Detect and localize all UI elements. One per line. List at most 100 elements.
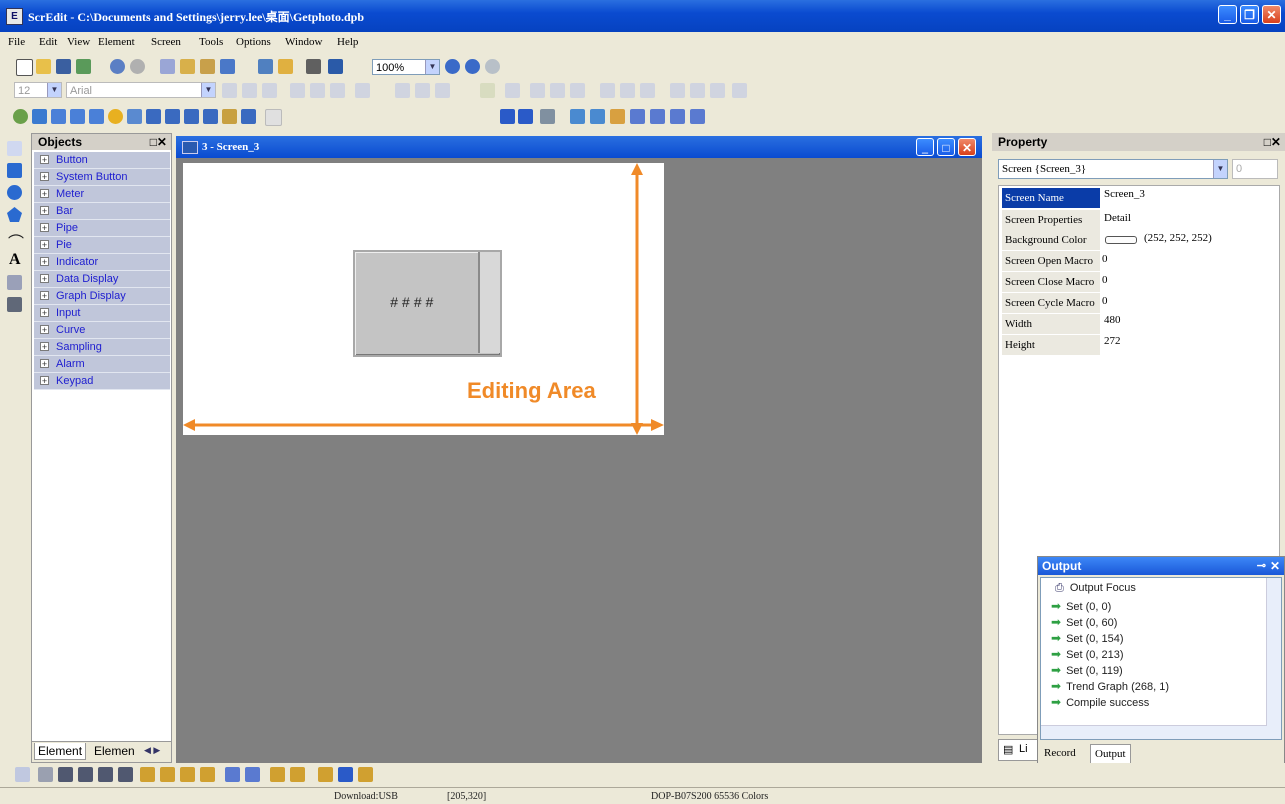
trend-icon[interactable] <box>203 109 218 124</box>
align-objects-bottom-icon[interactable] <box>640 83 655 98</box>
font-color-icon[interactable] <box>355 83 370 98</box>
color-swatch[interactable] <box>1105 236 1137 244</box>
same-size-bottom-icon[interactable] <box>358 767 373 782</box>
download-icon[interactable] <box>278 59 293 74</box>
expand-icon[interactable]: + <box>40 240 49 250</box>
property-row-height[interactable]: Height 272 <box>1002 335 1280 355</box>
editing-canvas[interactable]: #### Editing Area <box>183 163 664 435</box>
object-item-button[interactable]: + Button <box>34 152 170 169</box>
align-objects-right-icon[interactable] <box>570 83 585 98</box>
menu-screen[interactable]: Screen <box>151 36 181 48</box>
object-item-data-display[interactable]: + Data Display <box>34 271 170 288</box>
window-1-icon[interactable] <box>518 109 533 124</box>
polygon-icon[interactable] <box>7 207 22 222</box>
output-line[interactable]: ➡ Set (0, 213) <box>1051 647 1124 661</box>
property-value[interactable]: 0 <box>1102 274 1108 286</box>
meter-icon[interactable] <box>51 109 66 124</box>
dist-v-icon[interactable] <box>338 767 353 782</box>
output-line[interactable]: ➡ Set (0, 0) <box>1051 599 1111 613</box>
indicator-icon[interactable] <box>127 109 142 124</box>
open-folder-icon[interactable] <box>36 59 51 74</box>
property-index-spin[interactable]: 0 <box>1232 159 1278 179</box>
align-right-icon[interactable] <box>262 83 277 98</box>
expand-icon[interactable]: + <box>40 325 49 335</box>
object-item-sampling[interactable]: + Sampling <box>34 339 170 356</box>
property-bottom-tab[interactable]: ▤ Li <box>998 739 1040 761</box>
disabled-box-icon[interactable] <box>265 109 282 126</box>
align-objects-left-icon[interactable] <box>530 83 545 98</box>
group-icon[interactable] <box>98 767 113 782</box>
editor-minimize-button[interactable]: _ <box>916 138 934 156</box>
property-row-screen-name[interactable]: Screen Name Screen_3 <box>1002 188 1280 208</box>
bring-forward-icon[interactable] <box>15 767 30 782</box>
undo-icon[interactable] <box>110 59 125 74</box>
valign-middle-icon[interactable] <box>310 83 325 98</box>
align-objects-center-icon[interactable] <box>550 83 565 98</box>
bold-icon[interactable] <box>395 83 410 98</box>
macro-icon[interactable] <box>630 109 645 124</box>
communication-icon[interactable] <box>690 109 705 124</box>
system-button-icon[interactable] <box>32 109 47 124</box>
menu-element[interactable]: Element <box>98 36 135 48</box>
align-bottom-objects-icon[interactable] <box>200 767 215 782</box>
close-icon[interactable]: □✕ <box>1264 133 1281 151</box>
cut-icon[interactable] <box>160 59 175 74</box>
paste-icon[interactable] <box>200 59 215 74</box>
menu-window[interactable]: Window <box>285 36 322 48</box>
button-element-icon[interactable] <box>13 109 28 124</box>
expand-icon[interactable]: + <box>40 359 49 369</box>
pipe-icon[interactable] <box>89 109 104 124</box>
output-vscrollbar[interactable] <box>1266 578 1281 739</box>
property-value[interactable]: 0 <box>1102 253 1108 265</box>
object-item-alarm[interactable]: + Alarm <box>34 356 170 373</box>
minimize-button[interactable]: _ <box>1218 5 1237 24</box>
output-line[interactable]: ➡ Set (0, 119) <box>1051 663 1123 677</box>
same-size-icon[interactable] <box>710 83 725 98</box>
dist-h-icon[interactable] <box>318 767 333 782</box>
object-item-curve[interactable]: + Curve <box>34 322 170 339</box>
property-row-screen-properties[interactable]: Screen Properties Detail <box>1002 210 1280 230</box>
italic-icon[interactable] <box>415 83 430 98</box>
send-to-back-icon[interactable] <box>78 767 93 782</box>
simulate-icon[interactable] <box>328 59 343 74</box>
underline-icon[interactable] <box>435 83 450 98</box>
object-item-graph-display[interactable]: + Graph Display <box>34 288 170 305</box>
align-right-objects-icon[interactable] <box>160 767 175 782</box>
flip-v-icon[interactable] <box>290 767 305 782</box>
circle-icon[interactable] <box>7 185 22 200</box>
table-icon[interactable] <box>7 297 22 312</box>
align-center-icon[interactable] <box>242 83 257 98</box>
flip-h-icon[interactable] <box>270 767 285 782</box>
align-top-objects-icon[interactable] <box>180 767 195 782</box>
property-row-screen-close-macro[interactable]: Screen Close Macro 0 <box>1002 272 1280 292</box>
print-icon[interactable] <box>306 59 321 74</box>
text-icon[interactable]: A <box>9 251 21 269</box>
property-row-width[interactable]: Width 480 <box>1002 314 1280 334</box>
screen-props-icon[interactable] <box>540 109 555 124</box>
fill-color-icon[interactable] <box>505 83 520 98</box>
zoom-in-icon[interactable] <box>445 59 460 74</box>
pie-icon[interactable] <box>108 109 123 124</box>
object-item-bar[interactable]: + Bar <box>34 203 170 220</box>
same-height-icon[interactable] <box>690 83 705 98</box>
send-backward-icon[interactable] <box>38 767 53 782</box>
same-width-icon[interactable] <box>670 83 685 98</box>
close-icon[interactable]: ✕ <box>1270 557 1280 575</box>
zoom-fit-icon[interactable] <box>485 59 500 74</box>
copy-icon[interactable] <box>180 59 195 74</box>
pencil-icon[interactable] <box>7 141 22 156</box>
pin-icon[interactable]: ⊸ <box>1257 557 1266 575</box>
new-file-icon[interactable] <box>16 59 33 76</box>
save-icon[interactable] <box>56 59 71 74</box>
ungroup-icon[interactable] <box>118 767 133 782</box>
object-item-meter[interactable]: + Meter <box>34 186 170 203</box>
tab-element-2[interactable]: Elemen <box>94 744 142 758</box>
line-color-icon[interactable] <box>480 83 495 98</box>
tab-output[interactable]: Output <box>1090 744 1131 764</box>
menu-edit[interactable]: Edit <box>39 36 57 48</box>
valign-top-icon[interactable] <box>290 83 305 98</box>
valign-bottom-icon[interactable] <box>330 83 345 98</box>
font-name-select[interactable]: Arial ▼ <box>66 82 216 98</box>
bar-icon[interactable] <box>70 109 85 124</box>
property-row-background-color[interactable]: Background Color (252, 252, 252) <box>1002 230 1280 250</box>
